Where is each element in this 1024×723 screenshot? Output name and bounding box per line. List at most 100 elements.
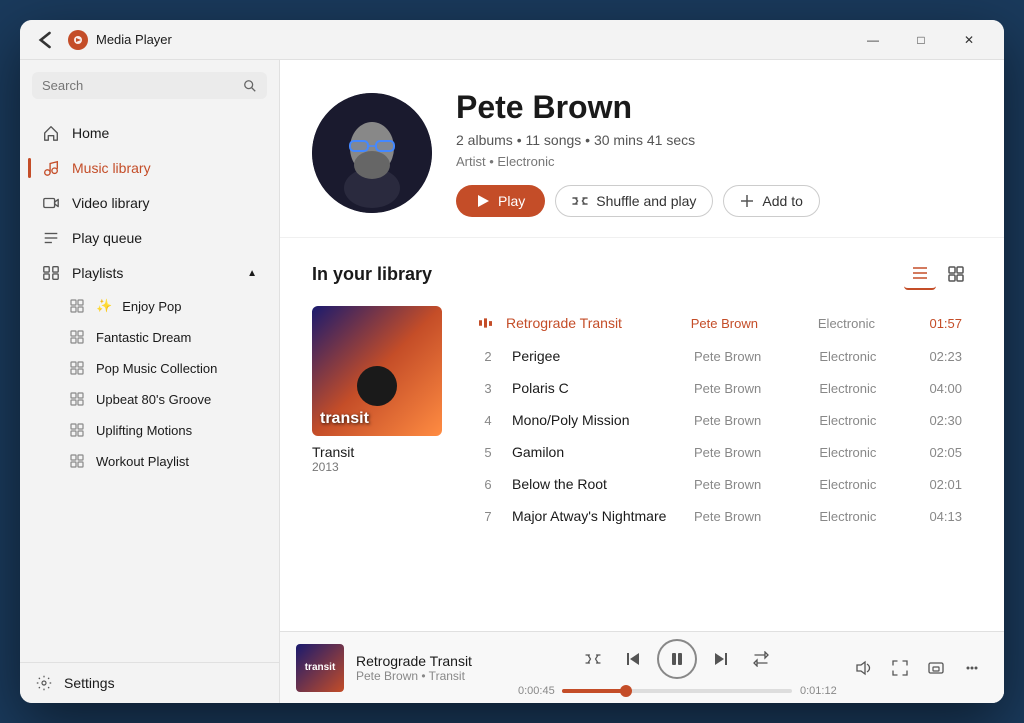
cast-icon <box>927 659 945 677</box>
next-icon <box>713 651 729 667</box>
sidebar-item-home[interactable]: Home <box>26 116 273 150</box>
playlist-item-uplifting[interactable]: Uplifting Motions <box>26 415 273 445</box>
list-view-button[interactable] <box>904 258 936 290</box>
previous-button[interactable] <box>617 643 649 675</box>
queue-icon <box>42 229 60 247</box>
maximize-button[interactable]: □ <box>898 24 944 56</box>
volume-icon <box>855 659 873 677</box>
playlist-icon <box>70 360 86 376</box>
playlists-icon <box>42 264 60 282</box>
play-button[interactable]: Play <box>456 185 545 217</box>
track-row[interactable]: 5 Gamilon Pete Brown Electronic 02:05 <box>466 436 972 468</box>
player-track-name: Retrograde Transit <box>356 653 506 669</box>
progress-row: 0:00:45 0:01:12 <box>518 685 836 697</box>
playlists-label: Playlists <box>72 265 123 281</box>
video-library-label: Video library <box>72 195 150 211</box>
sidebar-item-play-queue[interactable]: Play queue <box>26 221 273 255</box>
track-duration: 02:01 <box>922 477 962 492</box>
track-genre: Electronic <box>818 316 910 331</box>
track-genre: Electronic <box>819 509 910 524</box>
playlist-item-pop-music[interactable]: Pop Music Collection <box>26 353 273 383</box>
main-content: Home Music library Video library Play qu… <box>20 60 1004 703</box>
shuffle-button[interactable] <box>577 643 609 675</box>
player-controls <box>577 639 777 679</box>
pause-button[interactable] <box>657 639 697 679</box>
track-row[interactable]: 4 Mono/Poly Mission Pete Brown Electroni… <box>466 404 972 436</box>
track-genre: Electronic <box>819 381 910 396</box>
fullscreen-icon <box>891 659 909 677</box>
more-button[interactable] <box>956 652 988 684</box>
minimize-button[interactable]: — <box>850 24 896 56</box>
playlist-icon <box>70 453 86 469</box>
close-button[interactable]: ✕ <box>946 24 992 56</box>
album-year: 2013 <box>312 460 442 474</box>
list-view-icon <box>911 264 929 282</box>
playlists-section-header[interactable]: Playlists ▲ <box>26 256 273 290</box>
playlist-item-fantastic-dream[interactable]: Fantastic Dream <box>26 322 273 352</box>
settings-icon <box>36 675 52 691</box>
home-label: Home <box>72 125 109 141</box>
album-art-label: transit <box>320 410 369 428</box>
app-icon <box>68 30 88 50</box>
grid-view-button[interactable] <box>940 258 972 290</box>
playlist-uplifting-label: Uplifting Motions <box>96 423 192 438</box>
titlebar: Media Player — □ ✕ <box>20 20 1004 60</box>
track-name: Below the Root <box>512 476 682 492</box>
repeat-button[interactable] <box>745 643 777 675</box>
next-button[interactable] <box>705 643 737 675</box>
progress-track[interactable] <box>562 689 792 693</box>
search-input[interactable] <box>42 78 237 93</box>
track-artist: Pete Brown <box>694 509 807 524</box>
add-icon <box>740 194 754 208</box>
library-title: In your library <box>312 264 432 285</box>
track-number: 5 <box>476 445 500 460</box>
cast-button[interactable] <box>920 652 952 684</box>
player-progress: 0:00:45 0:01:12 <box>518 639 836 697</box>
star-icon: ✨ <box>96 298 112 314</box>
playlist-pop-music-label: Pop Music Collection <box>96 361 217 376</box>
playlist-item-workout[interactable]: Workout Playlist <box>26 446 273 476</box>
volume-button[interactable] <box>848 652 880 684</box>
track-row[interactable]: Retrograde Transit Pete Brown Electronic… <box>466 306 972 340</box>
track-row[interactable]: 3 Polaris C Pete Brown Electronic 04:00 <box>466 372 972 404</box>
track-number: 4 <box>476 413 500 428</box>
track-list: Retrograde Transit Pete Brown Electronic… <box>466 306 972 532</box>
progress-dot <box>620 685 632 697</box>
track-genre: Electronic <box>819 349 910 364</box>
nav-list: Home Music library Video library Play qu… <box>20 111 279 662</box>
track-artist: Pete Brown <box>694 349 807 364</box>
track-name: Polaris C <box>512 380 682 396</box>
track-duration: 04:00 <box>922 381 962 396</box>
track-row[interactable]: 6 Below the Root Pete Brown Electronic 0… <box>466 468 972 500</box>
view-buttons <box>904 258 972 290</box>
search-box[interactable] <box>32 72 267 99</box>
pause-icon <box>669 651 685 667</box>
track-artist: Pete Brown <box>694 413 807 428</box>
playlist-icon <box>70 298 86 314</box>
track-artist: Pete Brown <box>694 445 807 460</box>
track-name: Retrograde Transit <box>506 315 679 331</box>
playlist-icon <box>70 329 86 345</box>
playlist-item-enjoy-pop[interactable]: ✨ Enjoy Pop <box>26 291 273 321</box>
fullscreen-button[interactable] <box>884 652 916 684</box>
sidebar-item-video-library[interactable]: Video library <box>26 186 273 220</box>
shuffle-play-button[interactable]: Shuffle and play <box>555 185 713 217</box>
track-row[interactable]: 7 Major Atway's Nightmare Pete Brown Ele… <box>466 500 972 532</box>
play-icon <box>476 194 490 208</box>
album-card-transit[interactable]: transit Transit 2013 <box>312 306 442 474</box>
shuffle-icon <box>572 193 588 209</box>
music-icon <box>42 159 60 177</box>
playlist-workout-label: Workout Playlist <box>96 454 189 469</box>
playlist-item-upbeat[interactable]: Upbeat 80's Groove <box>26 384 273 414</box>
add-to-button[interactable]: Add to <box>723 185 819 217</box>
sidebar-item-music-library[interactable]: Music library <box>26 151 273 185</box>
artist-tags: Artist • Electronic <box>456 154 972 169</box>
settings-item[interactable]: Settings <box>20 662 279 703</box>
track-genre: Electronic <box>819 445 910 460</box>
artist-actions: Play Shuffle and play Add to <box>456 185 972 217</box>
back-button[interactable] <box>32 26 60 54</box>
track-artist: Pete Brown <box>694 477 807 492</box>
library-header: In your library <box>312 258 972 290</box>
library-section: In your library <box>280 238 1004 631</box>
track-row[interactable]: 2 Perigee Pete Brown Electronic 02:23 <box>466 340 972 372</box>
